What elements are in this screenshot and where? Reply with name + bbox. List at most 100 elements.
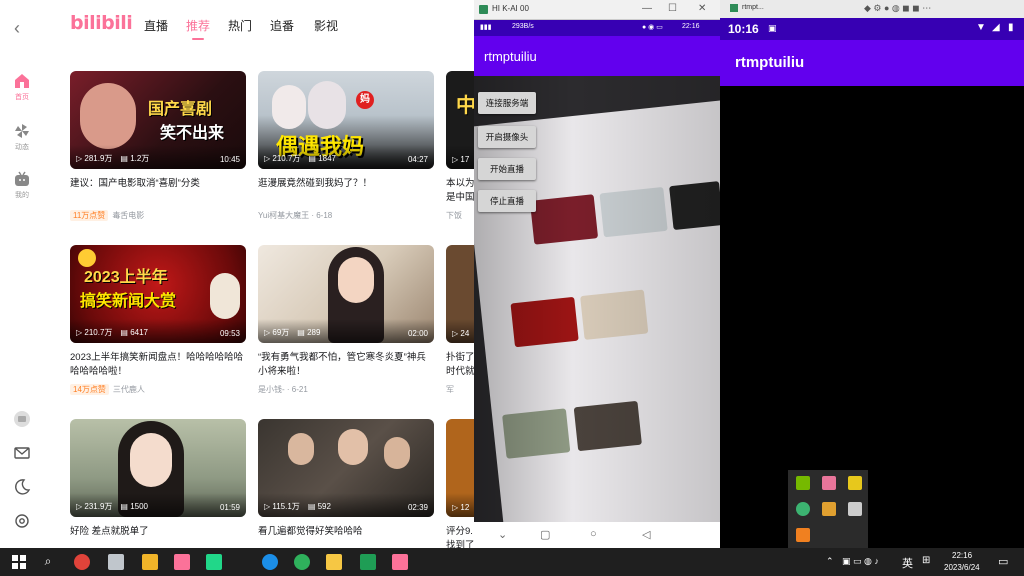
connect-server-button[interactable]: 连接服务端	[478, 92, 536, 114]
bilibili-logo[interactable]: bilibili	[70, 12, 133, 34]
person-figure	[210, 273, 240, 319]
video-thumbnail[interactable]: 2023上半年 搞笑新闻大赏 ▷ 210.7万 ▤ 6417 09:53	[70, 245, 246, 343]
video-title[interactable]: 2023上半年搞笑新闻盘点！哈哈哈哈哈哈哈哈哈哈啦！	[70, 351, 246, 379]
video-title[interactable]: 看几遍都觉得好笑哈哈哈	[258, 525, 434, 548]
video-title[interactable]: 评分9. 找到了	[446, 525, 474, 548]
ide-icon[interactable]	[206, 554, 222, 570]
video-card[interactable]: 国产喜剧 笑不出来 ▷ 281.9万 ▤ 1.2万 10:45 建议：国产电影取消…	[70, 71, 246, 221]
windows-start-icon[interactable]	[12, 555, 26, 569]
sidebar-item-dynamic[interactable]: 动态	[0, 122, 44, 152]
tray-app-icon[interactable]	[848, 476, 862, 490]
home-circle-icon[interactable]: ○	[590, 528, 597, 540]
clock-time[interactable]: 22:16	[952, 551, 972, 560]
tray-app-icon[interactable]	[796, 502, 810, 516]
window-title: rtmpt...	[742, 4, 764, 11]
author-name[interactable]: 是小钱- · 6-21	[258, 385, 308, 394]
author-name[interactable]: Yui柯基大魔王 · 6-18	[258, 211, 332, 220]
video-card[interactable]: 妈 偶遇我妈 ▷ 210.7万▤ 1847 04:27 逛漫展竟然碰到我妈了？！…	[258, 71, 434, 221]
view-count: 69万	[272, 328, 290, 337]
tab-movies[interactable]: 影视	[314, 17, 338, 34]
start-live-button[interactable]: 开始直播	[478, 158, 536, 180]
chevron-down-icon[interactable]: ⌄	[498, 528, 507, 541]
video-card[interactable]: ▷ 12 评分9. 找到了	[446, 419, 474, 548]
app-icon[interactable]	[108, 554, 124, 570]
bilibili-taskbar-icon[interactable]	[174, 554, 190, 570]
video-thumbnail[interactable]: ▷ 69万 ▤ 289 02:00	[258, 245, 434, 343]
video-thumbnail[interactable]: 中 ▷ 17	[446, 71, 474, 169]
music-icon[interactable]	[294, 554, 310, 570]
person-figure	[338, 429, 368, 465]
video-title[interactable]: 逛漫展竟然碰到我妈了？！	[258, 177, 434, 205]
back-triangle-icon[interactable]: ◁	[642, 528, 650, 541]
video-meta: 14万点赞 三代鹿人	[70, 384, 246, 395]
flower-icon[interactable]	[822, 476, 836, 490]
recents-icon[interactable]: ▢	[540, 528, 550, 541]
shield-icon[interactable]	[796, 528, 810, 542]
author-name[interactable]: 三代鹿人	[113, 385, 145, 394]
app-icon[interactable]	[326, 554, 342, 570]
author-name[interactable]: 下饭	[446, 211, 462, 220]
minimize-icon[interactable]: —	[642, 3, 652, 14]
top-nav: bilibili 直播 推荐 热门 追番 影视	[44, 0, 474, 50]
video-thumbnail[interactable]: ▷ 115.1万 ▤ 592 02:39	[258, 419, 434, 517]
video-thumbnail[interactable]: ▷ 24	[446, 245, 474, 343]
back-icon[interactable]: ‹	[14, 18, 30, 38]
close-icon[interactable]: ✕	[698, 3, 706, 14]
ime-indicator[interactable]: 英	[902, 555, 913, 571]
app-icon	[479, 5, 488, 14]
window-titlebar[interactable]: HI K-AI 00 — ☐ ✕	[474, 0, 720, 20]
video-card[interactable]: ▷ 115.1万 ▤ 592 02:39 看几遍都觉得好笑哈哈哈	[258, 419, 434, 548]
window-titlebar[interactable]: rtmpt... ◆ ⚙ ● ◍ ◼ ◼ ⋯	[720, 0, 1024, 18]
search-icon[interactable]: ⌕	[40, 554, 56, 570]
video-title[interactable]: 扑街了 时代就	[446, 351, 474, 379]
tab-bangumi[interactable]: 追番	[270, 17, 294, 34]
video-card[interactable]: ▷ 69万 ▤ 289 02:00 “我有勇气我都不怕，管它寒冬炎夏”神兵小将来啦…	[258, 245, 434, 395]
ime-mode-icon[interactable]: ⊞	[922, 555, 930, 566]
author-name[interactable]: 军	[446, 385, 454, 394]
danmaku-count: 1500	[130, 502, 148, 511]
avatar-icon[interactable]	[13, 410, 31, 428]
video-title[interactable]: 本以为 是中国	[446, 177, 474, 205]
edge-icon[interactable]	[262, 554, 278, 570]
author-name[interactable]: 毒舌电影	[112, 211, 144, 220]
video-card[interactable]: ▷ 231.9万 ▤ 1500 01:59 好险 差点就脱单了	[70, 419, 246, 548]
toolbar-icons[interactable]: ◆ ⚙ ● ◍ ◼ ◼ ⋯	[864, 3, 931, 14]
nvidia-icon[interactable]	[796, 476, 810, 490]
window-title: HI K-AI 00	[492, 4, 529, 13]
windows-taskbar: ⌕ ⌃ ▣ ▭ ◍ ♪ 英 ⊞ 22:16 2023/6/24 ▭	[0, 548, 1024, 576]
video-title[interactable]: “我有勇气我都不怕，管它寒冬炎夏”神兵小将来啦！	[258, 351, 434, 379]
usb-icon[interactable]	[848, 502, 862, 516]
video-card[interactable]: 中 ▷ 17 本以为 是中国 下饭	[446, 71, 474, 221]
view-count: 24	[460, 329, 470, 338]
video-title[interactable]: 好险 差点就脱单了	[70, 525, 246, 548]
sidebar-item-mine[interactable]: 我的	[0, 170, 44, 200]
notification-icon[interactable]: ▭	[998, 555, 1008, 568]
sidebar-item-home[interactable]: 首页	[0, 72, 44, 102]
gear-icon[interactable]	[13, 512, 31, 530]
chevron-up-icon[interactable]: ⌃	[826, 556, 834, 567]
moon-icon[interactable]	[13, 478, 31, 496]
video-title[interactable]: 建议：国产电影取消“喜剧”分类	[70, 177, 246, 205]
tab-live[interactable]: 直播	[144, 17, 168, 34]
bilibili-taskbar-icon[interactable]	[392, 554, 408, 570]
open-camera-button[interactable]: 开启摄像头	[478, 126, 536, 148]
video-thumbnail[interactable]: 国产喜剧 笑不出来 ▷ 281.9万 ▤ 1.2万 10:45	[70, 71, 246, 169]
mail-icon[interactable]	[13, 444, 31, 462]
sidebar-item-label: 首页	[15, 94, 29, 101]
app-icon[interactable]	[74, 554, 90, 570]
video-thumbnail[interactable]: ▷ 231.9万 ▤ 1500 01:59	[70, 419, 246, 517]
video-card[interactable]: ▷ 24 扑街了 时代就 军	[446, 245, 474, 395]
clock-date[interactable]: 2023/6/24	[944, 563, 980, 572]
video-card[interactable]: 2023上半年 搞笑新闻大赏 ▷ 210.7万 ▤ 6417 09:53 2023…	[70, 245, 246, 395]
video-duration: 02:39	[407, 503, 428, 512]
file-explorer-icon[interactable]	[142, 554, 158, 570]
folder-icon[interactable]	[822, 502, 836, 516]
video-thumbnail[interactable]: ▷ 12	[446, 419, 474, 517]
video-thumbnail[interactable]: 妈 偶遇我妈 ▷ 210.7万▤ 1847 04:27	[258, 71, 434, 169]
tab-hot[interactable]: 热门	[228, 17, 252, 34]
app-icon[interactable]	[360, 554, 376, 570]
tray-icons[interactable]: ▣ ▭ ◍ ♪	[842, 556, 879, 567]
maximize-icon[interactable]: ☐	[668, 3, 677, 14]
stop-live-button[interactable]: 停止直播	[478, 190, 536, 212]
tab-recommend[interactable]: 推荐	[186, 17, 210, 34]
